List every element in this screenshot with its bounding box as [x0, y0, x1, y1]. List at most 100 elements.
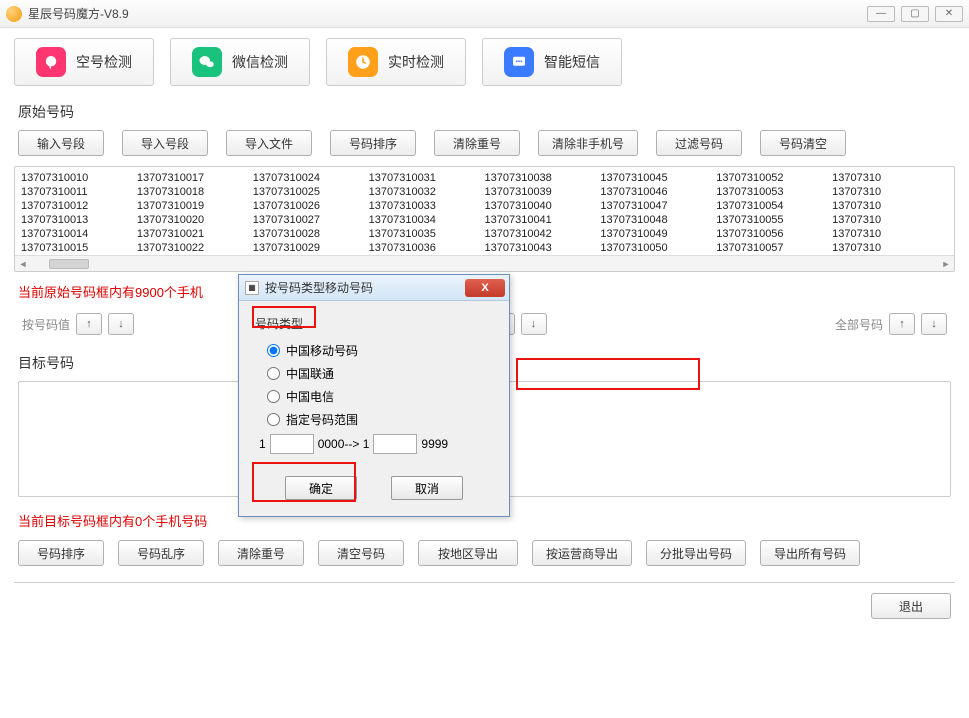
top-button-label: 微信检测: [232, 52, 288, 72]
dialog-close-button[interactable]: X: [465, 279, 505, 297]
radio-custom-range[interactable]: 指定号码范围: [267, 411, 493, 428]
top-button-3[interactable]: 智能短信: [482, 38, 622, 86]
scroll-left-arrow[interactable]: ◄: [15, 257, 31, 271]
top-button-0[interactable]: 空号检测: [14, 38, 154, 86]
by-type-down-button[interactable]: ↓: [521, 313, 547, 335]
radio-china-unicom-input[interactable]: [267, 367, 280, 380]
radio-china-telecom-input[interactable]: [267, 390, 280, 403]
source-button-6[interactable]: 过滤号码: [656, 130, 742, 156]
number-cell: 13707310046: [600, 185, 716, 199]
target-button-0[interactable]: 号码排序: [18, 540, 104, 566]
number-cell: 13707310026: [253, 199, 369, 213]
number-cell: 13707310011: [21, 185, 137, 199]
exit-button[interactable]: 退出: [871, 593, 951, 619]
by-value-down-button[interactable]: ↓: [108, 313, 134, 335]
top-button-2[interactable]: 实时检测: [326, 38, 466, 86]
number-cell: 13707310: [832, 171, 948, 185]
source-section-title: 原始号码: [18, 102, 955, 122]
number-cell: 13707310015: [21, 241, 137, 255]
number-cell: 13707310036: [369, 241, 485, 255]
separator: [14, 582, 955, 583]
sms-icon: [504, 47, 534, 77]
top-button-1[interactable]: 微信检测: [170, 38, 310, 86]
radio-china-telecom[interactable]: 中国电信: [267, 388, 493, 405]
number-cell: 13707310054: [716, 199, 832, 213]
number-cell: 13707310053: [716, 185, 832, 199]
number-cell: 13707310018: [137, 185, 253, 199]
all-down-button[interactable]: ↓: [921, 313, 947, 335]
number-cell: 13707310: [832, 199, 948, 213]
dialog-ok-button[interactable]: 确定: [285, 476, 357, 500]
target-button-4[interactable]: 按地区导出: [418, 540, 518, 566]
number-cell: 13707310014: [21, 227, 137, 241]
target-button-1[interactable]: 号码乱序: [118, 540, 204, 566]
dialog-titlebar[interactable]: ▦ 按号码类型移动号码 X: [239, 275, 509, 301]
target-button-2[interactable]: 清除重号: [218, 540, 304, 566]
source-button-7[interactable]: 号码清空: [760, 130, 846, 156]
scroll-right-arrow[interactable]: ►: [938, 257, 954, 271]
number-cell: 13707310010: [21, 171, 137, 185]
range-from-input[interactable]: [270, 434, 314, 454]
range-post: 9999: [421, 437, 448, 451]
minimize-button[interactable]: —: [867, 6, 895, 22]
source-button-3[interactable]: 号码排序: [330, 130, 416, 156]
number-cell: 13707310035: [369, 227, 485, 241]
titlebar: 星辰号码魔方-V8.9 — ▢ ✕: [0, 0, 969, 28]
wechat-icon: [192, 47, 222, 77]
radio-custom-range-input[interactable]: [267, 413, 280, 426]
all-up-button[interactable]: ↑: [889, 313, 915, 335]
number-cell: 13707310020: [137, 213, 253, 227]
number-cell: 13707310042: [485, 227, 601, 241]
target-button-3[interactable]: 清空号码: [318, 540, 404, 566]
all-label: 全部号码: [835, 316, 883, 333]
radio-china-unicom[interactable]: 中国联通: [267, 365, 493, 382]
close-button[interactable]: ✕: [935, 6, 963, 22]
number-cell: 13707310024: [253, 171, 369, 185]
maximize-button[interactable]: ▢: [901, 6, 929, 22]
top-button-label: 智能短信: [544, 52, 600, 72]
number-cell: 13707310019: [137, 199, 253, 213]
source-button-1[interactable]: 导入号段: [122, 130, 208, 156]
radio-china-mobile[interactable]: 中国移动号码: [267, 342, 493, 359]
number-cell: 13707310041: [485, 213, 601, 227]
number-cell: 13707310050: [600, 241, 716, 255]
by-value-up-button[interactable]: ↑: [76, 313, 102, 335]
number-cell: 13707310052: [716, 171, 832, 185]
target-button-7[interactable]: 导出所有号码: [760, 540, 860, 566]
number-cell: 13707310048: [600, 213, 716, 227]
move-by-type-dialog: ▦ 按号码类型移动号码 X 号码类型 中国移动号码 中国联通 中国电信 指定号码…: [238, 274, 510, 517]
bubble-icon: [36, 47, 66, 77]
radio-china-mobile-input[interactable]: [267, 344, 280, 357]
number-cell: 13707310025: [253, 185, 369, 199]
number-cell: 13707310032: [369, 185, 485, 199]
source-button-5[interactable]: 清除非手机号: [538, 130, 638, 156]
by-value-label: 按号码值: [22, 316, 70, 333]
number-cell: 13707310022: [137, 241, 253, 255]
number-cell: 13707310021: [137, 227, 253, 241]
range-to-input[interactable]: [373, 434, 417, 454]
target-button-5[interactable]: 按运营商导出: [532, 540, 632, 566]
number-cell: 13707310012: [21, 199, 137, 213]
range-row: 1 0000--> 1 9999: [259, 434, 493, 454]
dialog-cancel-button[interactable]: 取消: [391, 476, 463, 500]
source-button-4[interactable]: 清除重号: [434, 130, 520, 156]
source-button-0[interactable]: 输入号段: [18, 130, 104, 156]
dialog-title: 按号码类型移动号码: [265, 279, 459, 296]
number-cell: 13707310049: [600, 227, 716, 241]
number-cell: 13707310043: [485, 241, 601, 255]
source-button-2[interactable]: 导入文件: [226, 130, 312, 156]
all-group: 全部号码 ↑ ↓: [835, 313, 947, 335]
clock-icon: [348, 47, 378, 77]
dialog-group-label: 号码类型: [255, 315, 493, 332]
target-button-6[interactable]: 分批导出号码: [646, 540, 746, 566]
scroll-thumb[interactable]: [49, 259, 89, 269]
dialog-icon: ▦: [245, 281, 259, 295]
number-cell: 13707310027: [253, 213, 369, 227]
number-cell: 13707310040: [485, 199, 601, 213]
top-button-label: 空号检测: [76, 52, 132, 72]
range-pre1: 1: [259, 437, 266, 451]
number-cell: 13707310033: [369, 199, 485, 213]
number-cell: 13707310055: [716, 213, 832, 227]
h-scrollbar[interactable]: ◄ ►: [15, 255, 954, 271]
window-title: 星辰号码魔方-V8.9: [28, 5, 867, 22]
